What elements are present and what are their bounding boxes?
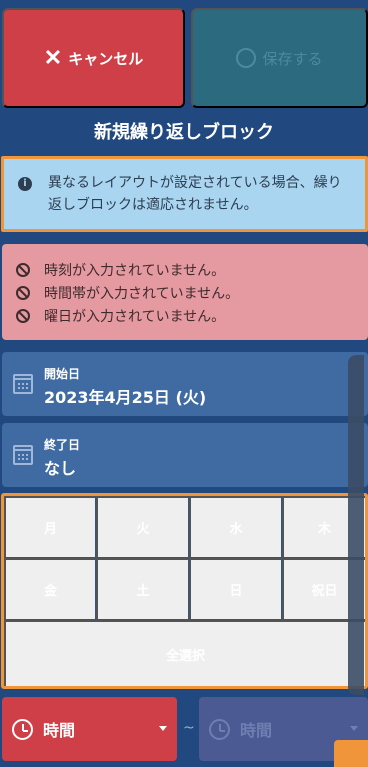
- ban-icon: [16, 262, 30, 277]
- clock-icon: [12, 718, 33, 740]
- new-repeat-block-screen: ✕ キャンセル 保存する 新規繰り返しブロック i 異なるレイアウトが設定されて…: [0, 0, 368, 767]
- scrollbar[interactable]: [348, 355, 364, 695]
- cancel-button-label: キャンセル: [68, 50, 144, 68]
- end-date-value: なし: [44, 459, 77, 478]
- weekday-wednesday-button[interactable]: 水: [189, 496, 282, 558]
- error-text: 曜日が入力されていません。: [44, 308, 226, 325]
- error-messages: 時刻が入力されていません。 時間帯が入力されていません。 曜日が入力されていませ…: [2, 244, 368, 340]
- start-date-field[interactable]: 開始日 2023年4月25日 (火): [2, 352, 368, 416]
- clock-icon: [209, 718, 230, 740]
- time-separator: ~: [183, 720, 195, 736]
- save-button-label: 保存する: [262, 50, 323, 68]
- cancel-button[interactable]: ✕ キャンセル: [2, 8, 185, 108]
- start-date-value: 2023年4月25日 (火): [44, 388, 207, 407]
- weekday-friday-button[interactable]: 金: [4, 558, 96, 620]
- help-tab[interactable]: [334, 740, 368, 767]
- info-message: i 異なるレイアウトが設定されている場合、繰り返しブロックは適応されません。: [1, 156, 368, 232]
- start-time-placeholder: 時間: [43, 721, 76, 740]
- info-icon: i: [18, 177, 32, 191]
- chevron-down-icon: [350, 726, 358, 731]
- calendar-icon: [13, 445, 33, 465]
- select-all-button[interactable]: 全選択: [4, 620, 365, 686]
- start-date-label: 開始日: [44, 367, 81, 381]
- save-button[interactable]: 保存する: [191, 8, 368, 108]
- info-text: 異なるレイアウトが設定されている場合、繰り返しブロックは適応されません。: [48, 175, 342, 213]
- weekday-monday-button[interactable]: 月: [4, 496, 96, 558]
- end-date-label: 終了日: [44, 438, 81, 452]
- error-text: 時刻が入力されていません。: [44, 262, 226, 279]
- ban-icon: [16, 308, 30, 323]
- end-time-placeholder: 時間: [240, 721, 273, 740]
- ban-icon: [16, 285, 30, 300]
- error-line: 時間帯が入力されていません。: [16, 281, 368, 304]
- page-title: 新規繰り返しブロック: [94, 122, 274, 143]
- weekday-sunday-button[interactable]: 日: [189, 558, 282, 620]
- close-icon: ✕: [43, 45, 63, 70]
- circle-icon: [236, 48, 257, 68]
- error-line: 時刻が入力されていません。: [16, 258, 368, 281]
- chevron-down-icon: [159, 726, 167, 731]
- error-line: 曜日が入力されていません。: [16, 304, 368, 327]
- calendar-icon: [13, 374, 33, 394]
- start-time-select[interactable]: 時間: [2, 697, 177, 761]
- error-text: 時間帯が入力されていません。: [44, 285, 240, 302]
- weekday-selector: 月 火 水 木 金 土 日 祝日 全選択: [1, 493, 368, 689]
- end-date-field[interactable]: 終了日 なし: [2, 423, 368, 487]
- weekday-saturday-button[interactable]: 土: [96, 558, 189, 620]
- weekday-tuesday-button[interactable]: 火: [96, 496, 189, 558]
